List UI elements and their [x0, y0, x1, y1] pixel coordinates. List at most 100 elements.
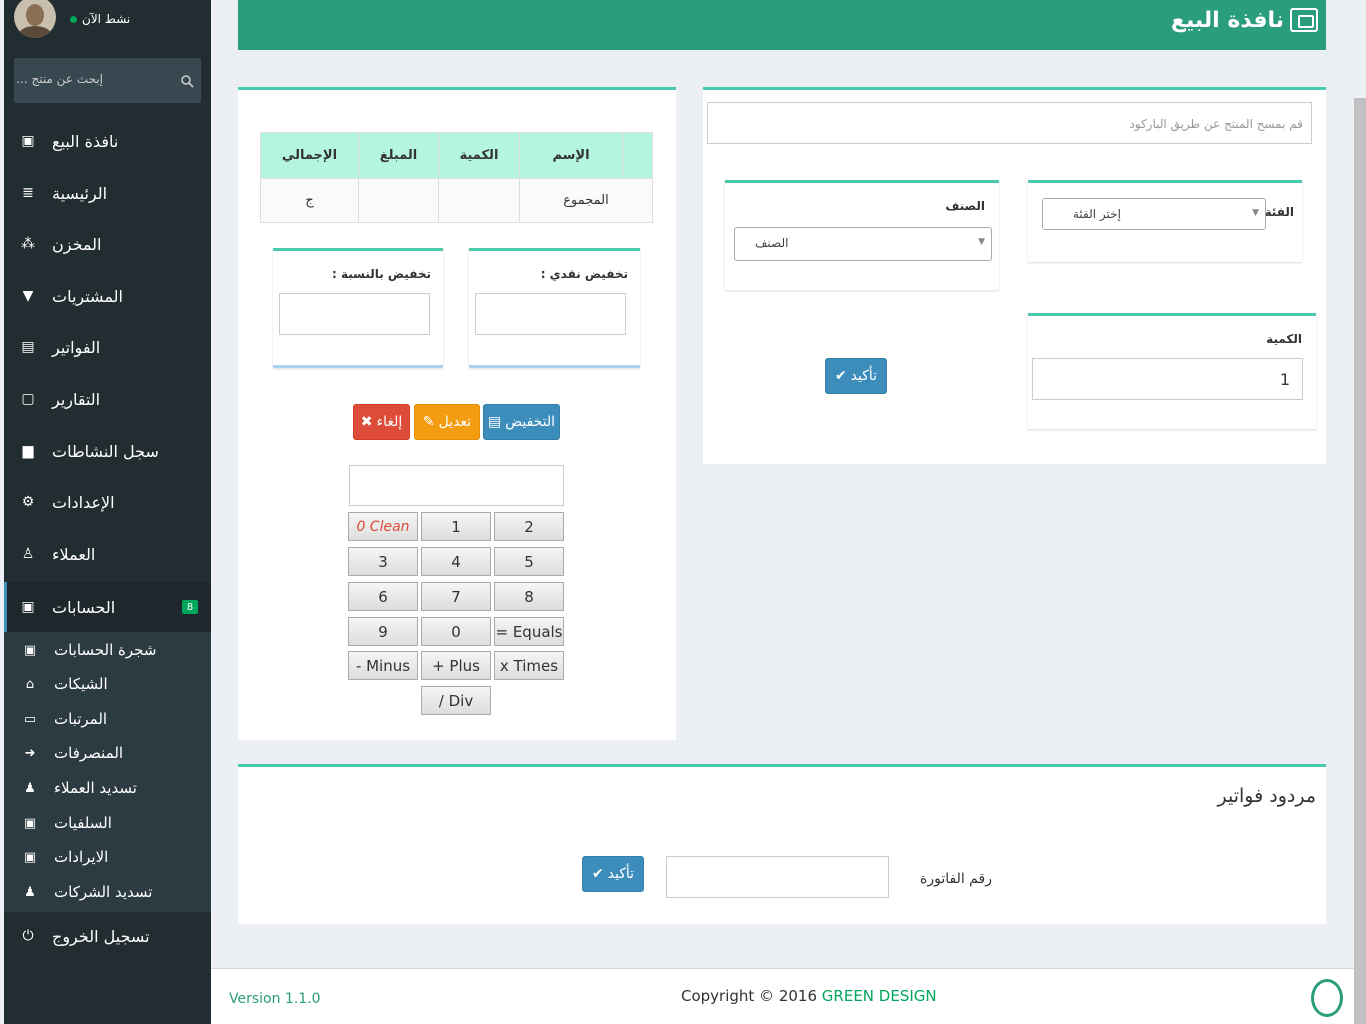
sidebar-item-invoices[interactable]: ▤ الفواتير: [4, 327, 211, 367]
calc-equals-button[interactable]: = Equals: [494, 617, 564, 646]
sidebar-search-input[interactable]: إبحث عن منتج ...: [14, 58, 201, 103]
sidebar-item-store[interactable]: ⁂ المخزن: [4, 224, 211, 264]
barcode-input[interactable]: قم بمسح المنتج عن طريق الباركود: [707, 102, 1312, 144]
discount-button[interactable]: التخفيض ▤: [483, 404, 560, 440]
sub-item-label: تسديد الشركات: [54, 883, 153, 901]
sub-item-label: شجرة الحسابات: [54, 641, 157, 659]
user-panel: نشط الآن: [4, 0, 211, 50]
table-cell: [358, 178, 439, 223]
category-box: الفئة إختر الفئة ▼: [1028, 180, 1302, 262]
search-placeholder: إبحث عن منتج ...: [16, 72, 103, 86]
confirm-label: تأكيد: [850, 368, 878, 384]
sale-confirm-button[interactable]: تأكيد ✔: [825, 358, 887, 394]
sub-item-advances[interactable]: ▣ السلفيات: [4, 806, 211, 840]
sidebar-item-label: تسجيل الخروج: [52, 926, 150, 946]
returns-confirm-button[interactable]: تأكيد ✔: [582, 856, 644, 892]
calc-4-button[interactable]: 4: [421, 547, 491, 576]
edit-label: تعديل: [438, 414, 472, 430]
avatar[interactable]: [14, 0, 56, 38]
users-icon: ♟: [24, 884, 36, 900]
discount-label: التخفيض: [505, 414, 556, 430]
copyright-label: Copyright © 2016: [681, 987, 818, 1005]
card-icon: ▭: [23, 711, 37, 727]
boxes-icon: ⁂: [21, 236, 35, 252]
invoice-icon: ▤: [21, 339, 35, 355]
cart-icon: ▼: [22, 288, 34, 304]
calc-0-button[interactable]: 0: [421, 617, 491, 646]
sidebar-item-customers[interactable]: ♙ العملاء: [4, 534, 211, 574]
table-cell: [438, 178, 520, 223]
sidebar-item-label: سجل النشاطات: [52, 441, 159, 461]
bank-icon: ⌂: [25, 676, 35, 692]
version-text: Version 1.1.0: [229, 991, 321, 1007]
sidebar-item-purchases[interactable]: ▼ المشتريات: [4, 276, 211, 316]
col-header-name: الإسم: [519, 132, 623, 179]
calc-clean-button[interactable]: 0 Clean: [348, 512, 418, 541]
col-header-empty: [622, 132, 653, 179]
online-dot-icon: [70, 15, 77, 23]
sub-item-salaries[interactable]: ▭ المرتبات: [4, 702, 211, 736]
calc-1-button[interactable]: 1: [421, 512, 491, 541]
sidebar-item-reports[interactable]: ▢ التقارير: [4, 379, 211, 419]
confirm-label: تأكيد: [607, 866, 635, 882]
sub-item-label: الايرادات: [54, 848, 109, 866]
sub-item-customer-payments[interactable]: ♟ تسديد العملاء: [4, 771, 211, 805]
accounts-count-badge: 8: [182, 600, 198, 614]
sub-item-label: الشيكات: [54, 675, 108, 693]
discount-percent-box: تخفيض بالنسبة :: [273, 248, 443, 368]
sub-item-company-payments[interactable]: ♟ تسديد الشركات: [4, 875, 211, 909]
calc-9-button[interactable]: 9: [348, 617, 418, 646]
footer: Version 1.1.0 Copyright © 2016 GREEN DES…: [211, 968, 1366, 1024]
check-icon: ✔: [834, 368, 847, 384]
invoice-number-input[interactable]: [666, 856, 889, 898]
sidebar-item-label: المخزن: [52, 234, 102, 254]
money-icon: ▣: [21, 599, 35, 615]
calc-2-button[interactable]: 2: [494, 512, 564, 541]
calc-6-button[interactable]: 6: [348, 582, 418, 611]
calc-plus-button[interactable]: + Plus: [421, 651, 491, 680]
sidebar-item-logout[interactable]: ⏻ تسجيل الخروج: [4, 916, 211, 956]
chevron-down-icon: ▼: [1252, 208, 1259, 218]
cancel-button[interactable]: إلغاء ✖: [353, 404, 410, 440]
calc-7-button[interactable]: 7: [421, 582, 491, 611]
search-icon[interactable]: [180, 74, 194, 88]
page-scrollbar[interactable]: [1354, 98, 1366, 1024]
col-header-amount: المبلغ: [358, 132, 439, 179]
sidebar-item-label: الرئيسية: [52, 183, 108, 203]
category-select[interactable]: إختر الفئة ▼: [1042, 198, 1266, 230]
calc-div-button[interactable]: / Div: [421, 686, 491, 715]
discount-cash-label: تخفيض نقدي :: [540, 267, 628, 281]
calc-8-button[interactable]: 8: [494, 582, 564, 611]
item-select[interactable]: الصنف ▼: [734, 227, 992, 261]
money-icon: ▣: [23, 849, 37, 865]
discount-percent-input[interactable]: [279, 293, 430, 335]
calculator-display[interactable]: [349, 465, 564, 506]
sub-item-checks[interactable]: ⌂ الشيكات: [4, 667, 211, 701]
quantity-box: الكمية 1: [1028, 313, 1316, 429]
money-icon: ▣: [23, 815, 37, 831]
sidebar-item-sale-window[interactable]: ▣ نافذة البيع: [4, 121, 211, 161]
calc-times-button[interactable]: x Times: [494, 651, 564, 680]
sidebar-item-home[interactable]: ≣ الرئيسية: [4, 173, 211, 213]
sidebar-item-label: المشتريات: [52, 286, 123, 306]
file-text-icon: ▆: [22, 443, 34, 459]
discount-cash-input[interactable]: [475, 293, 626, 335]
sub-item-revenues[interactable]: ▣ الايرادات: [4, 840, 211, 874]
quantity-input[interactable]: 1: [1032, 358, 1303, 400]
sidebar-item-accounts[interactable]: ▣ الحسابات 8: [4, 582, 211, 632]
close-icon: ✖: [360, 414, 373, 430]
accounts-submenu: ▣ شجرة الحسابات ⌂ الشيكات ▭ المرتبات ➜ ا…: [4, 632, 211, 912]
calc-minus-button[interactable]: - Minus: [348, 651, 418, 680]
user-status: نشط الآن: [70, 12, 130, 26]
sidebar-item-settings[interactable]: ⚙ الإعدادات: [4, 482, 211, 522]
sidebar-item-activity-log[interactable]: ▆ سجل النشاطات: [4, 431, 211, 471]
edit-button[interactable]: تعديل ✎: [414, 404, 480, 440]
sub-item-accounts-tree[interactable]: ▣ شجرة الحسابات: [4, 633, 211, 667]
total-value: ج: [260, 178, 359, 223]
item-select-value: الصنف: [755, 236, 789, 250]
sub-item-expenses[interactable]: ➜ المنصرفات: [4, 736, 211, 770]
brand-link[interactable]: GREEN DESIGN: [822, 987, 937, 1005]
calc-5-button[interactable]: 5: [494, 547, 564, 576]
status-text: نشط الآن: [82, 12, 131, 26]
calc-3-button[interactable]: 3: [348, 547, 418, 576]
